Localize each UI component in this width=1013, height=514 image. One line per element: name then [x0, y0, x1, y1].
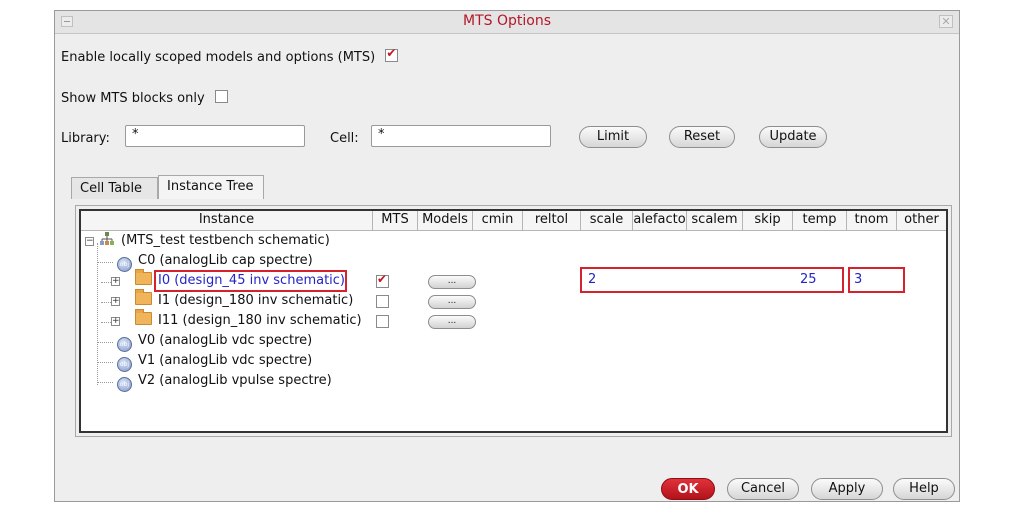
- tree-row-i11[interactable]: I11 (design_180 inv schematic): [135, 309, 362, 331]
- enable-mts-row: Enable locally scoped models and options…: [61, 46, 399, 65]
- tree-row-label: V1 (analogLib vdc spectre): [138, 353, 313, 368]
- tree-row-label: V0 (analogLib vdc spectre): [138, 333, 313, 348]
- apply-button[interactable]: Apply: [811, 478, 883, 500]
- expand-toggle-i1[interactable]: +: [111, 297, 120, 306]
- ok-button[interactable]: OK: [661, 478, 715, 500]
- folder-icon: [135, 269, 152, 285]
- table-header: Instance MTS Models cmin reltol scale al…: [81, 211, 946, 231]
- show-blocks-checkbox[interactable]: [214, 90, 228, 103]
- tree-row-v0[interactable]: obj V0 (analogLib vdc spectre): [117, 331, 313, 352]
- limit-button[interactable]: Limit: [579, 126, 647, 148]
- mts-options-dialog: MTS Options ✕ Enable locally scoped mode…: [54, 10, 960, 502]
- mts-checkbox-i0[interactable]: [376, 272, 389, 288]
- highlight-box-i0: [154, 270, 347, 292]
- col-scalem[interactable]: scalem: [687, 211, 743, 230]
- show-blocks-row: Show MTS blocks only: [61, 90, 228, 106]
- help-button[interactable]: Help: [893, 478, 955, 500]
- temp-value-i0[interactable]: 25: [800, 272, 817, 287]
- tree-row-v1[interactable]: obj V1 (analogLib vdc spectre): [117, 351, 313, 372]
- window-title: MTS Options: [463, 13, 551, 29]
- show-blocks-label: Show MTS blocks only: [61, 91, 205, 106]
- close-icon[interactable]: ✕: [939, 15, 953, 28]
- tree-row-v2[interactable]: obj V2 (analogLib vpulse spectre): [117, 371, 332, 392]
- scale-value-i0[interactable]: 2: [588, 272, 596, 287]
- col-reltol[interactable]: reltol: [523, 211, 581, 230]
- title-bar: MTS Options ✕: [55, 11, 959, 34]
- tab-instance-tree[interactable]: Instance Tree: [158, 175, 264, 199]
- enable-mts-checkbox[interactable]: [385, 46, 399, 62]
- models-button-i0[interactable]: ...: [428, 275, 476, 289]
- col-tnom[interactable]: tnom: [847, 211, 897, 230]
- tab-cell-table[interactable]: Cell Table: [71, 177, 158, 199]
- tnom-value-i0[interactable]: 3: [854, 272, 862, 287]
- update-button[interactable]: Update: [759, 126, 827, 148]
- col-scale[interactable]: scale: [581, 211, 633, 230]
- enable-mts-label: Enable locally scoped models and options…: [61, 50, 376, 65]
- reset-button[interactable]: Reset: [669, 126, 735, 148]
- cell-label: Cell:: [330, 131, 359, 146]
- models-button-i11[interactable]: ...: [428, 315, 476, 329]
- cancel-button[interactable]: Cancel: [727, 478, 799, 500]
- tree-row-root[interactable]: (MTS_test testbench schematic): [99, 231, 330, 251]
- collapse-toggle-root[interactable]: −: [85, 237, 94, 246]
- tree-row-label: I1 (design_180 inv schematic): [158, 293, 354, 308]
- col-instance[interactable]: Instance: [81, 211, 373, 230]
- library-input[interactable]: *: [125, 125, 305, 147]
- folder-icon: [135, 289, 152, 305]
- tree-row-c0[interactable]: obj C0 (analogLib cap spectre): [117, 251, 313, 272]
- models-button-i1[interactable]: ...: [428, 295, 476, 309]
- col-alefacto[interactable]: alefacto: [633, 211, 687, 230]
- mts-checkbox-i11[interactable]: [376, 315, 389, 328]
- cell-input[interactable]: *: [371, 125, 551, 147]
- instance-icon: obj: [117, 337, 132, 352]
- col-mts[interactable]: MTS: [373, 211, 418, 230]
- expand-toggle-i11[interactable]: +: [111, 317, 120, 326]
- instance-icon: obj: [117, 357, 132, 372]
- expand-toggle-i0[interactable]: +: [111, 277, 120, 286]
- hierarchy-icon: [100, 232, 114, 245]
- col-skip[interactable]: skip: [743, 211, 793, 230]
- mts-checkbox-i1[interactable]: [376, 295, 389, 308]
- tree-row-label: (MTS_test testbench schematic): [121, 233, 330, 248]
- col-models[interactable]: Models: [418, 211, 473, 230]
- col-temp[interactable]: temp: [793, 211, 847, 230]
- library-label: Library:: [61, 131, 110, 146]
- tree-row-i1[interactable]: I1 (design_180 inv schematic): [135, 289, 354, 311]
- tree-row-label: I11 (design_180 inv schematic): [158, 313, 362, 328]
- col-other[interactable]: other: [897, 211, 946, 230]
- instance-table: Instance MTS Models cmin reltol scale al…: [79, 209, 948, 433]
- tree-row-label: V2 (analogLib vpulse spectre): [138, 373, 332, 388]
- instance-icon: obj: [117, 377, 132, 392]
- instance-icon: obj: [117, 257, 132, 272]
- folder-icon: [135, 309, 152, 325]
- tree-row-label: C0 (analogLib cap spectre): [138, 253, 313, 268]
- instance-tree-panel: Instance MTS Models cmin reltol scale al…: [75, 205, 952, 437]
- col-cmin[interactable]: cmin: [473, 211, 523, 230]
